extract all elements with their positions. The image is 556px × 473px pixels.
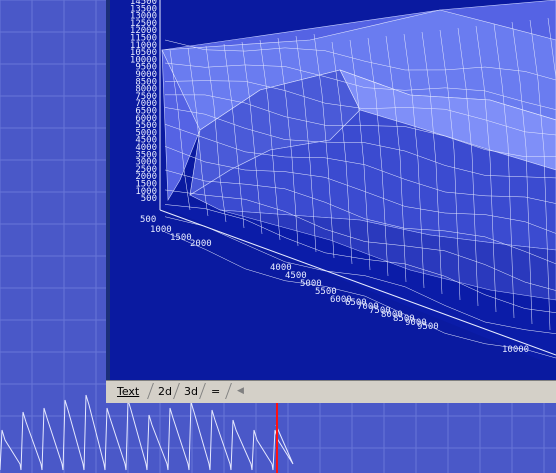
tab-separator: [173, 383, 180, 399]
z-tick-label: 500: [141, 194, 157, 204]
tab-separator: [199, 383, 206, 399]
view-tab-bar: Text 2d 3d = ◀: [106, 380, 556, 403]
x-tick-label: 9500: [417, 322, 439, 332]
scroll-left-icon[interactable]: ◀: [237, 384, 244, 399]
x-tick-label: 1500: [170, 233, 192, 243]
tab-equals[interactable]: =: [211, 384, 220, 399]
tab-separator: [225, 383, 232, 399]
tab-separator: [147, 383, 154, 399]
x-tick-label: 2000: [190, 239, 212, 249]
tab-text[interactable]: Text: [117, 384, 139, 399]
x-tick-label: 10000: [502, 345, 529, 355]
x-tick-label: 500: [140, 215, 156, 225]
3d-view-window: 14500 13500 13000 12500 12000 11500 11000 10500…: [106, 0, 556, 403]
3d-surface-plot[interactable]: 1450013500130001250012000115001100010500…: [110, 0, 556, 380]
tab-3d[interactable]: 3d: [184, 384, 198, 399]
tab-2d[interactable]: 2d: [158, 384, 172, 399]
3d-plot-area[interactable]: 14500 13500 13000 12500 12000 11500 11000 10500…: [110, 0, 556, 380]
x-tick-label: 1000: [150, 225, 172, 235]
